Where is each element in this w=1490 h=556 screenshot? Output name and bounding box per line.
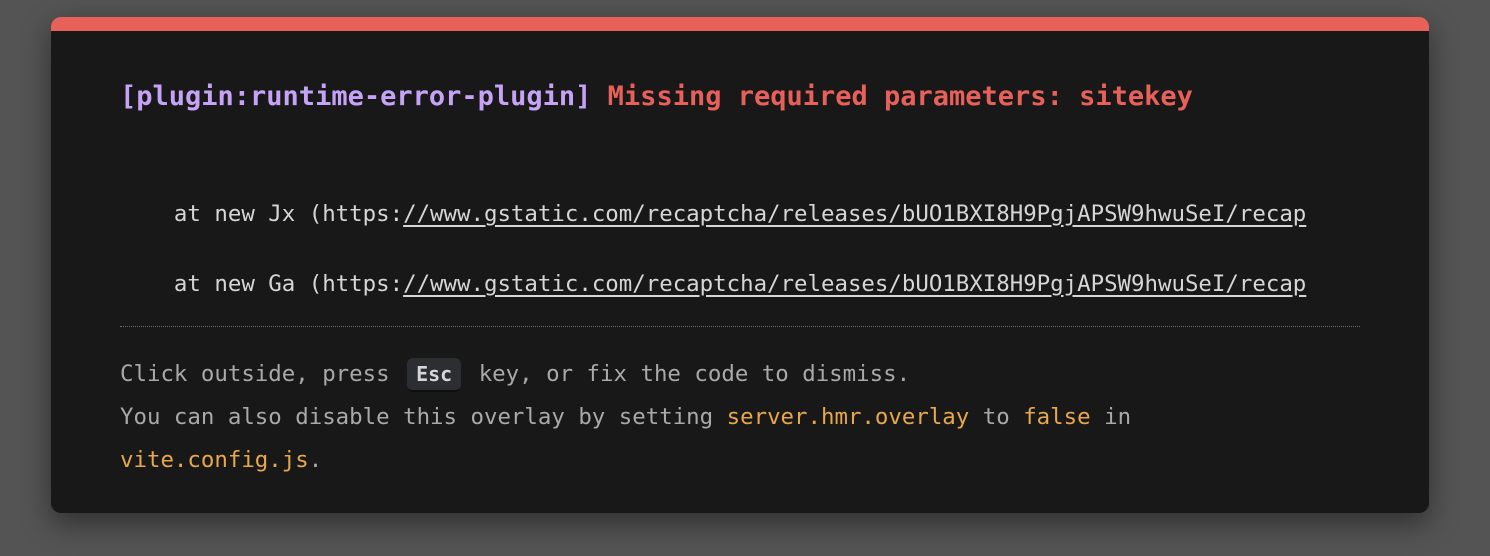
stack-frame: at new Ga (https://www.gstatic.com/recap… (120, 269, 1360, 339)
tip-text: . (308, 447, 323, 473)
stack-frame-prefix: at new Jx (https: (120, 201, 404, 227)
divider (120, 326, 1360, 327)
error-message: [plugin:runtime-error-plugin] Missing re… (120, 81, 1193, 112)
esc-key-badge: Esc (407, 357, 462, 392)
tip-text: to (969, 404, 1024, 430)
stack-frame: at new Jx (https://www.gstatic.com/recap… (120, 199, 1360, 269)
setting-value: false (1023, 404, 1091, 430)
stack-frame-link[interactable]: //www.gstatic.com/recaptcha/releases/bUO… (403, 271, 1306, 297)
error-overlay: [plugin:runtime-error-plugin] Missing re… (51, 17, 1429, 513)
config-file-name: vite.config.js (120, 447, 309, 473)
overlay-tip: Click outside, press Esc key, or fix the… (120, 353, 1360, 482)
stack-trace: at new Jx (https://www.gstatic.com/recap… (120, 199, 1360, 339)
stack-frame-link[interactable]: //www.gstatic.com/recaptcha/releases/bUO… (403, 201, 1306, 227)
tip-text: Click outside, press (120, 361, 404, 387)
tip-text: in (1090, 404, 1132, 430)
setting-name: server.hmr.overlay (726, 404, 970, 430)
stack-frame-prefix: at new Ga (https: (120, 271, 404, 297)
tip-text: You can also disable this overlay by set… (120, 404, 727, 430)
tip-text: key, or fix the code to dismiss. (465, 361, 911, 387)
error-text: Missing required parameters: sitekey (607, 81, 1193, 112)
plugin-name: [plugin:runtime-error-plugin] (120, 81, 592, 112)
